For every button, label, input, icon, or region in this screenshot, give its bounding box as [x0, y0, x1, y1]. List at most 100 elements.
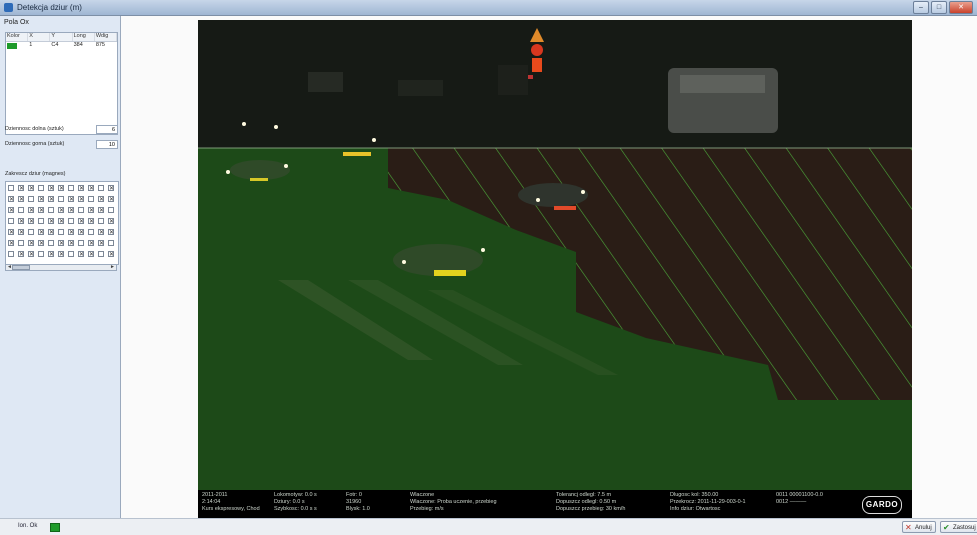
- cell-checkbox[interactable]: ✕: [78, 251, 84, 258]
- cell-checkbox[interactable]: [68, 185, 74, 191]
- cell-checkbox[interactable]: [18, 240, 24, 246]
- cell-checkbox[interactable]: ✕: [68, 240, 74, 247]
- cell-checkbox[interactable]: [18, 207, 24, 213]
- cell-checkbox[interactable]: [98, 218, 104, 224]
- cell-checkbox[interactable]: ✕: [88, 207, 94, 214]
- cell-checkbox[interactable]: ✕: [18, 251, 24, 258]
- column-header[interactable]: X: [28, 33, 51, 41]
- cell-checkbox[interactable]: [28, 196, 34, 202]
- cell-checkbox[interactable]: [28, 229, 34, 235]
- cell-checkbox[interactable]: ✕: [18, 196, 24, 203]
- column-header[interactable]: Long: [73, 33, 95, 41]
- cell-checkbox[interactable]: ✕: [18, 218, 24, 225]
- cell-checkbox[interactable]: ✕: [88, 251, 94, 258]
- cell-checkbox[interactable]: ✕: [28, 240, 34, 247]
- cell-checkbox[interactable]: ✕: [58, 207, 64, 214]
- scroll-thumb[interactable]: [12, 265, 30, 270]
- upper-value-spinner[interactable]: 10: [96, 140, 118, 149]
- cell-checkbox[interactable]: [8, 218, 14, 224]
- cell-checkbox[interactable]: [58, 229, 64, 235]
- cell-checkbox[interactable]: ✕: [48, 229, 54, 236]
- cell-checkbox[interactable]: ✕: [38, 207, 44, 214]
- cell-checkbox[interactable]: ✕: [58, 185, 64, 192]
- minimize-button[interactable]: –: [913, 1, 929, 14]
- cell-checkbox[interactable]: ✕: [28, 207, 34, 214]
- cell-checkbox[interactable]: [88, 196, 94, 202]
- cell-checkbox[interactable]: ✕: [98, 229, 104, 236]
- cell-checkbox[interactable]: ✕: [18, 185, 24, 192]
- cell-checkbox[interactable]: [98, 185, 104, 191]
- column-header[interactable]: Kolor: [6, 33, 29, 41]
- cell-checkbox[interactable]: ✕: [68, 229, 74, 236]
- cell-checkbox[interactable]: ✕: [58, 240, 64, 247]
- cell-checkbox[interactable]: ✕: [108, 196, 114, 203]
- cell-checkbox[interactable]: [68, 218, 74, 224]
- cancel-button[interactable]: ✕ Anuluj: [902, 521, 936, 533]
- camera-view[interactable]: 2011-2011 2:14:04 Kurs ekspresowy, Chod …: [198, 20, 912, 518]
- maximize-button[interactable]: □: [931, 1, 947, 14]
- cell-checkbox[interactable]: ✕: [88, 240, 94, 247]
- cell-checkbox[interactable]: ✕: [108, 251, 114, 258]
- cell-checkbox[interactable]: ✕: [88, 185, 94, 192]
- cell-checkbox[interactable]: ✕: [78, 229, 84, 236]
- cell-checkbox[interactable]: ✕: [78, 196, 84, 203]
- apply-button[interactable]: ✔ Zastosuj: [940, 521, 977, 533]
- cell-checkbox[interactable]: ✕: [8, 240, 14, 247]
- cell-checkbox[interactable]: ✕: [98, 207, 104, 214]
- cell-checkbox[interactable]: ✕: [58, 251, 64, 258]
- cell-checkbox[interactable]: ✕: [88, 218, 94, 225]
- cell-checkbox[interactable]: [98, 251, 104, 257]
- cell-checkbox[interactable]: [78, 207, 84, 213]
- cell-checkbox[interactable]: [38, 218, 44, 224]
- cell-checkbox[interactable]: ✕: [108, 185, 114, 192]
- cell-checkbox[interactable]: ✕: [8, 229, 14, 236]
- cell-checkbox[interactable]: [38, 251, 44, 257]
- column-header[interactable]: Wdig: [95, 33, 118, 41]
- cell-checkbox[interactable]: ✕: [78, 185, 84, 192]
- column-header[interactable]: Y: [50, 33, 73, 41]
- cell-checkbox[interactable]: ✕: [98, 196, 104, 203]
- cell-checkbox[interactable]: ✕: [28, 218, 34, 225]
- cell-checkbox[interactable]: ✕: [28, 251, 34, 258]
- cell-checkbox[interactable]: ✕: [48, 251, 54, 258]
- cell-checkbox[interactable]: ✕: [48, 185, 54, 192]
- cell-checkbox[interactable]: ✕: [48, 218, 54, 225]
- cell-checkbox[interactable]: [58, 196, 64, 202]
- scroll-right-icon[interactable]: ►: [110, 264, 115, 270]
- info-line: Dopuszcz odlegl: 0.50 m: [556, 499, 617, 505]
- param-upper: Dziennosc gorna (sztuk) 10: [5, 140, 118, 150]
- cell-checkbox[interactable]: ✕: [38, 196, 44, 203]
- cell-checkbox[interactable]: ✕: [108, 229, 114, 236]
- cell-checkbox[interactable]: [78, 240, 84, 246]
- cell-checkbox[interactable]: ✕: [48, 196, 54, 203]
- cell-checkbox[interactable]: ✕: [38, 229, 44, 236]
- horizontal-scrollbar[interactable]: ◄ ►: [5, 264, 117, 271]
- info-line: Szybkosc: 0.0 s s: [274, 506, 317, 512]
- cell-checkbox[interactable]: ✕: [98, 240, 104, 247]
- cell-checkbox[interactable]: [108, 240, 114, 246]
- lower-value-spinner[interactable]: 6: [96, 125, 118, 134]
- cell-checkbox[interactable]: [68, 251, 74, 257]
- cell-checkbox[interactable]: [48, 207, 54, 213]
- cell-checkbox[interactable]: [8, 185, 14, 191]
- cell-checkbox[interactable]: [8, 251, 14, 257]
- close-button[interactable]: ✕: [949, 1, 973, 14]
- cell-checkbox[interactable]: ✕: [18, 229, 24, 236]
- cell-checkbox[interactable]: [108, 207, 114, 213]
- color-swatch: [7, 43, 17, 49]
- cell-checkbox[interactable]: ✕: [78, 218, 84, 225]
- cell-checkbox[interactable]: ✕: [28, 185, 34, 192]
- detections-table[interactable]: Kolor X Y Long Wdig 1 C4 384 875: [5, 32, 118, 135]
- cell-checkbox[interactable]: ✕: [68, 196, 74, 203]
- cell-checkbox[interactable]: ✕: [68, 207, 74, 214]
- cell-checkbox[interactable]: ✕: [108, 218, 114, 225]
- cell-checkbox[interactable]: ✕: [8, 196, 14, 203]
- cell-checkbox[interactable]: [38, 185, 44, 191]
- cell-checkbox[interactable]: [48, 240, 54, 246]
- cell-checkbox[interactable]: [88, 229, 94, 235]
- table-row[interactable]: 1 C4 384 875: [6, 42, 117, 50]
- cell-checkbox[interactable]: ✕: [58, 218, 64, 225]
- cell-checkbox[interactable]: ✕: [38, 240, 44, 247]
- info-line: 0011 00001100-0.0: [776, 492, 823, 498]
- cell-checkbox[interactable]: ✕: [8, 207, 14, 214]
